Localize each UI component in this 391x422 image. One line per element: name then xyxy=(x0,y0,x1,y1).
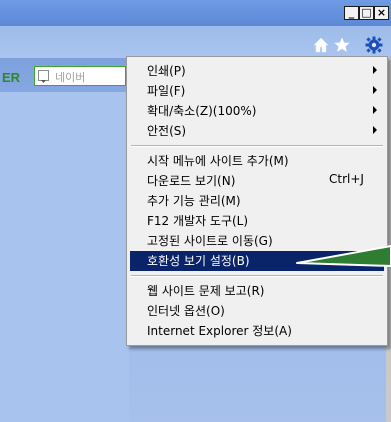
gear-icon[interactable] xyxy=(365,36,383,54)
menu-item-report-website-problems[interactable]: 웹 사이트 문제 보고(R) xyxy=(130,281,384,301)
submenu-arrow-icon xyxy=(373,106,377,114)
search-input[interactable]: 네이버 xyxy=(55,69,85,85)
brand-logo-text: ER xyxy=(2,70,21,85)
menu-item-f12-developer-tools[interactable]: F12 개발자 도구(L) xyxy=(130,211,384,231)
minimize-button[interactable]: _ xyxy=(344,6,359,20)
menu-separator xyxy=(131,145,383,147)
title-bar: _ □ × xyxy=(0,0,391,26)
close-button[interactable]: × xyxy=(374,6,389,20)
menu-item-safety[interactable]: 안전(S) xyxy=(130,121,384,141)
menu-item-go-to-pinned-sites[interactable]: 고정된 사이트로 이동(G) xyxy=(130,231,384,251)
menu-item-add-site-to-start-menu[interactable]: 시작 메뉴에 사이트 추가(M) xyxy=(130,151,384,171)
submenu-arrow-icon xyxy=(373,86,377,94)
menu-item-label: 호환성 보기 설정(B) xyxy=(147,254,250,268)
maximize-button[interactable]: □ xyxy=(359,6,374,20)
search-dropdown-icon[interactable] xyxy=(38,70,49,83)
menu-item-label: Internet Explorer 정보(A) xyxy=(147,324,292,338)
menu-item-shortcut: Ctrl+J xyxy=(329,172,364,186)
submenu-arrow-icon xyxy=(373,126,377,134)
tools-menu: 인쇄(P) 파일(F) 확대/축소(Z)(100%) 안전(S) 시작 메뉴에 … xyxy=(126,56,388,346)
menu-item-label: 다운로드 보기(N) xyxy=(147,174,236,188)
menu-item-label: 확대/축소(Z)(100%) xyxy=(147,104,257,118)
menu-item-label: 웹 사이트 문제 보고(R) xyxy=(147,284,265,298)
menu-separator xyxy=(131,275,383,277)
menu-item-label: 인쇄(P) xyxy=(147,64,186,78)
search-box[interactable]: 네이버 xyxy=(34,66,126,86)
menu-item-zoom[interactable]: 확대/축소(Z)(100%) xyxy=(130,101,384,121)
menu-item-view-downloads[interactable]: 다운로드 보기(N) Ctrl+J xyxy=(130,171,384,191)
menu-item-label: 시작 메뉴에 사이트 추가(M) xyxy=(147,154,289,168)
menu-item-label: 고정된 사이트로 이동(G) xyxy=(147,234,273,248)
menu-item-compatibility-view-settings[interactable]: 호환성 보기 설정(B) xyxy=(130,251,384,271)
menu-item-label: 안전(S) xyxy=(147,124,187,138)
menu-item-print[interactable]: 인쇄(P) xyxy=(130,61,384,81)
menu-item-file[interactable]: 파일(F) xyxy=(130,81,384,101)
star-icon[interactable] xyxy=(333,36,351,54)
menu-item-label: 파일(F) xyxy=(147,84,186,98)
menu-item-label: F12 개발자 도구(L) xyxy=(147,214,249,228)
menu-item-label: 인터넷 옵션(O) xyxy=(147,304,225,318)
menu-item-about-internet-explorer[interactable]: Internet Explorer 정보(A) xyxy=(130,321,384,341)
submenu-arrow-icon xyxy=(373,66,377,74)
page-content-area xyxy=(0,92,129,422)
menu-item-manage-add-ons[interactable]: 추가 기능 관리(M) xyxy=(130,191,384,211)
menu-item-label: 추가 기능 관리(M) xyxy=(147,194,241,208)
home-icon[interactable] xyxy=(312,36,330,54)
menu-item-internet-options[interactable]: 인터넷 옵션(O) xyxy=(130,301,384,321)
